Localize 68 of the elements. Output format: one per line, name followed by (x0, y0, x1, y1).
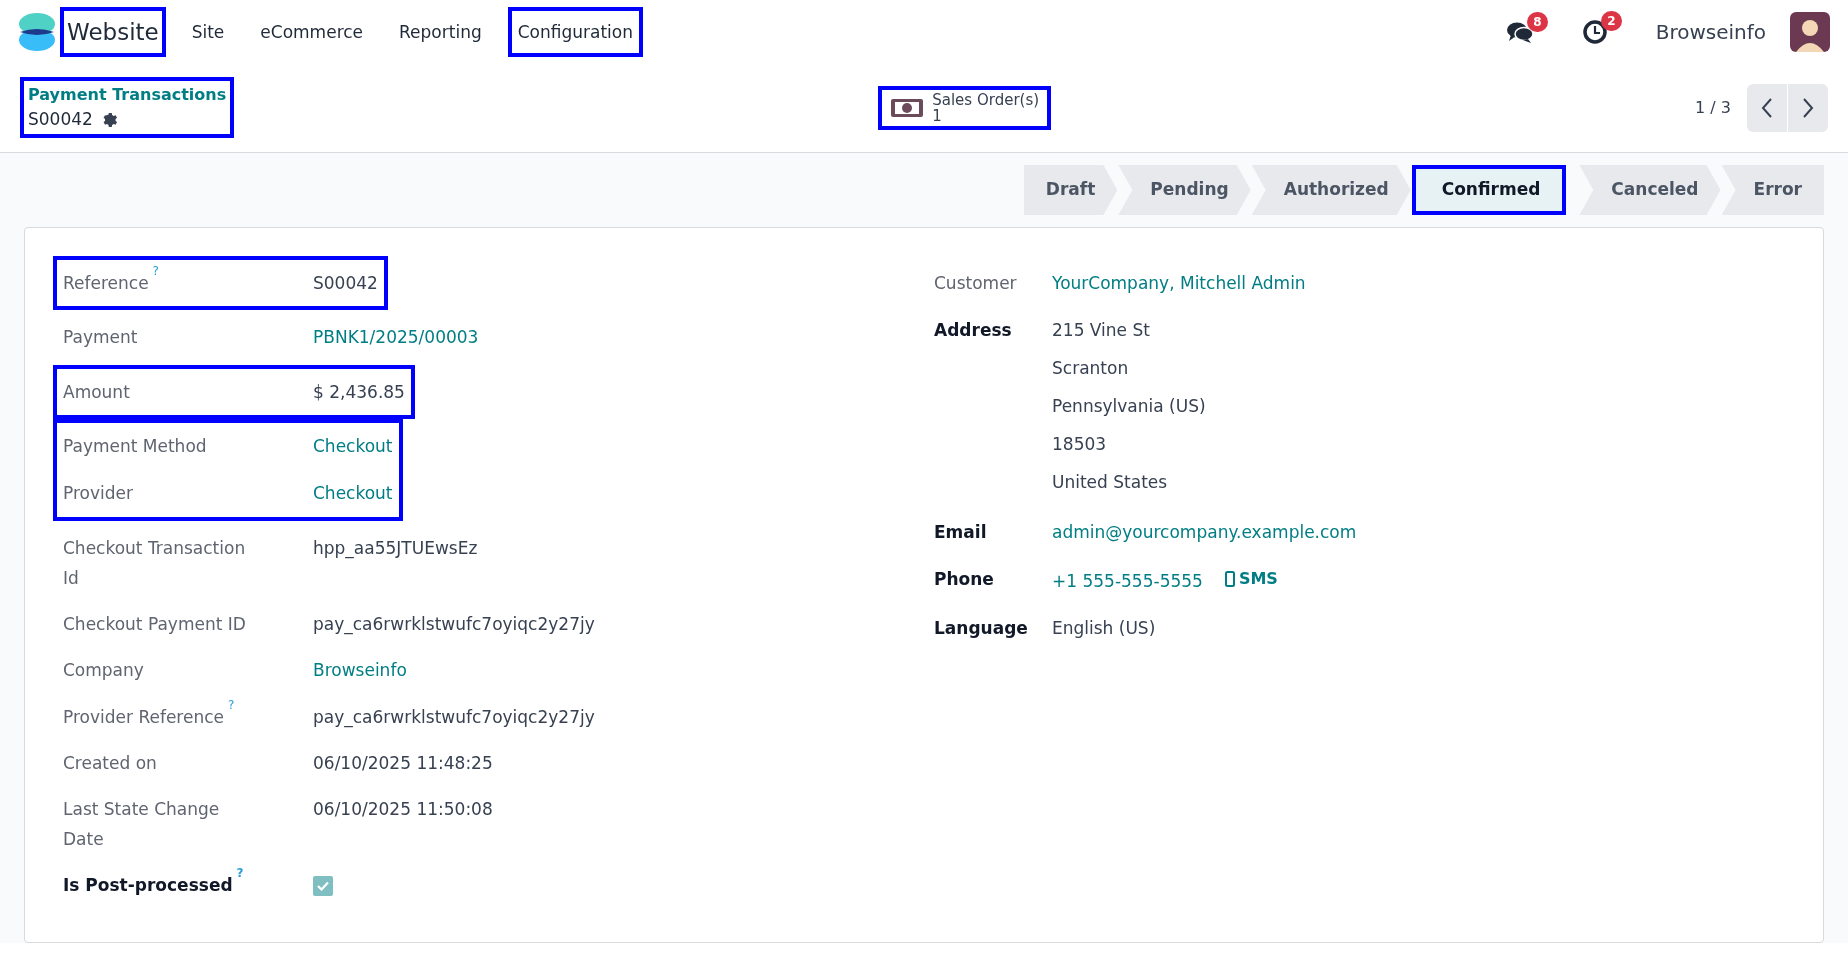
field-label: Address (934, 320, 1012, 340)
field-link[interactable]: Checkout (313, 483, 393, 503)
menu-item[interactable]: Configuration (507, 6, 643, 57)
field-label: Checkout Transaction Id (63, 538, 246, 588)
field-value: 06/10/2025 11:48:25 (313, 752, 493, 775)
sms-link[interactable]: SMS (1224, 564, 1278, 594)
previous-button[interactable] (1747, 83, 1787, 132)
address-line: 215 Vine St (1052, 319, 1151, 342)
address-line: United States (1052, 471, 1169, 494)
chevron-right-icon (1801, 97, 1815, 119)
banknote-icon (890, 96, 925, 119)
user-avatar[interactable] (1790, 11, 1830, 52)
field-label: Checkout Payment ID (63, 614, 246, 634)
field-value: English (US) (1052, 617, 1156, 640)
field-label: Amount (63, 382, 130, 402)
status-stage[interactable]: Authorized (1251, 165, 1411, 215)
phone-icon (1224, 571, 1235, 587)
field-link[interactable]: +1 555-555-5555 (1052, 571, 1203, 591)
status-stage[interactable]: Confirmed (1411, 165, 1567, 215)
status-stage[interactable]: Draft (1023, 165, 1118, 215)
checkbox[interactable] (313, 876, 333, 896)
address-line: Scranton (1052, 357, 1130, 380)
field-label: Is Post-processed (63, 875, 233, 895)
help-icon[interactable]: ? (228, 698, 235, 712)
message-count: 8 (1527, 11, 1548, 32)
field-label: Last State Change Date (63, 799, 220, 849)
field-value: S00042 (313, 272, 378, 295)
activity-clock-icon[interactable] (1581, 18, 1608, 45)
field-link[interactable]: Browseinfo (313, 660, 407, 680)
field-value: pay_ca6rwrklstwufc7oyiqc2y27jy (313, 613, 595, 637)
field-label: Reference (63, 273, 149, 293)
field-label: Email (934, 522, 987, 542)
field-label: Payment Method (63, 436, 207, 456)
field-label: Provider Reference (63, 707, 224, 727)
next-button[interactable] (1788, 83, 1828, 132)
status-stage[interactable]: Pending (1118, 165, 1251, 215)
field-value: pay_ca6rwrklstwufc7oyiqc2y27jy (313, 706, 595, 730)
address-line: 18503 (1052, 433, 1108, 456)
field-link[interactable]: PBNK1/2025/00003 (313, 327, 479, 347)
field-label: Company (63, 660, 144, 680)
chevron-left-icon (1760, 97, 1774, 119)
app-name[interactable]: Website (60, 6, 166, 57)
checkmark-icon (317, 881, 329, 891)
field-value: 06/10/2025 11:50:08 (313, 798, 493, 821)
field-link[interactable]: YourCompany, Mitchell Admin (1052, 273, 1306, 293)
field-value: $ 2,436.85 (313, 381, 405, 404)
field-label: Payment (63, 327, 138, 347)
field-label: Provider (63, 483, 133, 503)
breadcrumb-link[interactable]: Payment Transactions (28, 82, 227, 107)
app-logo-icon[interactable] (18, 11, 56, 52)
field-link[interactable]: Checkout (313, 436, 393, 456)
menu-item[interactable]: eCommerce (250, 6, 374, 57)
field-value: hpp_aa55JTUEwsEz (313, 537, 478, 561)
status-stage[interactable]: Error (1721, 165, 1824, 215)
company-name[interactable]: Browseinfo (1655, 16, 1766, 47)
menu-item[interactable]: Reporting (389, 6, 492, 57)
field-label: Customer (934, 273, 1017, 293)
pager-value: 1 / 3 (1695, 96, 1731, 119)
sales-order-button[interactable]: Sales Order(s) 1 (878, 85, 1052, 130)
status-stage[interactable]: Canceled (1579, 165, 1721, 215)
field-label: Phone (934, 569, 994, 589)
field-label: Language (934, 618, 1028, 638)
field-label: Created on (63, 753, 157, 773)
address-line: Pennsylvania (US) (1052, 395, 1206, 418)
activity-count: 2 (1601, 10, 1622, 31)
menu-item[interactable]: Site (181, 6, 235, 57)
field-link[interactable]: admin@yourcompany.example.com (1052, 522, 1357, 542)
record-name: S00042 (28, 107, 93, 131)
